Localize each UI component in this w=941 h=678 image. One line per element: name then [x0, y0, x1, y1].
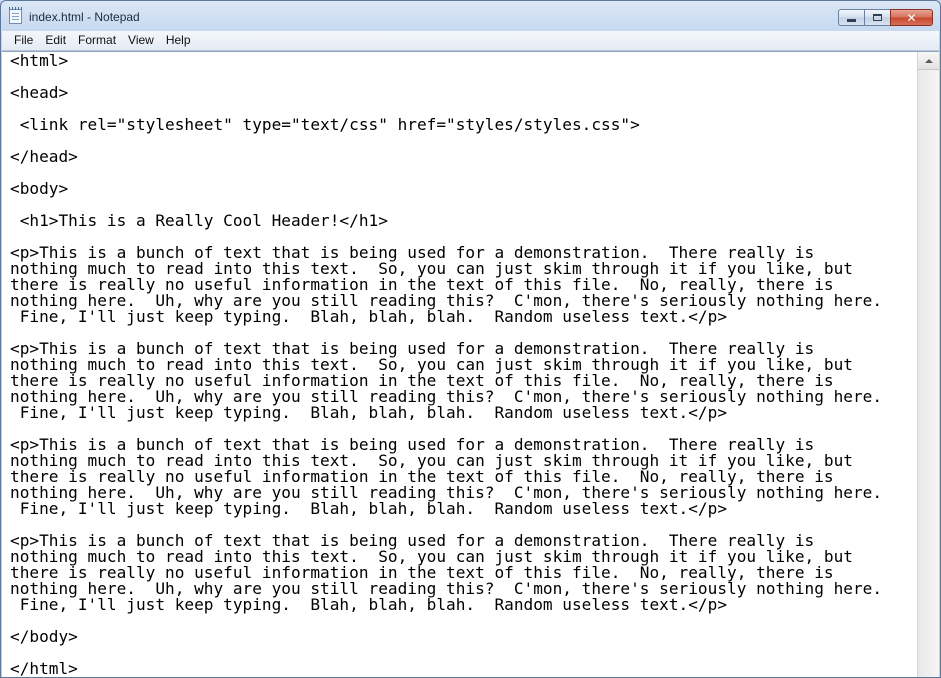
- menu-bar: File Edit Format View Help: [2, 31, 939, 51]
- scroll-up-arrow-icon: [924, 58, 933, 63]
- maximize-button[interactable]: [864, 9, 891, 26]
- close-icon: ✕: [906, 10, 917, 25]
- minimize-icon: [847, 18, 856, 22]
- window-title: index.html - Notepad: [29, 10, 140, 24]
- menu-help[interactable]: Help: [160, 31, 197, 50]
- menu-file[interactable]: File: [8, 31, 39, 50]
- vertical-scrollbar[interactable]: [917, 52, 939, 677]
- notepad-icon[interactable]: [9, 7, 22, 24]
- minimize-button[interactable]: [838, 9, 865, 26]
- scroll-up-button[interactable]: [918, 52, 939, 70]
- notepad-window: index.html - Notepad ✕ File Edit Format …: [0, 0, 941, 678]
- editor-area: <html> <head> <link rel="stylesheet" typ…: [2, 51, 939, 677]
- title-bar[interactable]: index.html - Notepad ✕: [1, 1, 940, 31]
- text-editor[interactable]: <html> <head> <link rel="stylesheet" typ…: [10, 53, 915, 677]
- menu-edit[interactable]: Edit: [39, 31, 72, 50]
- maximize-icon: [873, 14, 882, 21]
- close-button[interactable]: ✕: [890, 9, 933, 26]
- menu-format[interactable]: Format: [72, 31, 122, 50]
- caption-buttons: ✕: [838, 9, 933, 26]
- menu-view[interactable]: View: [122, 31, 160, 50]
